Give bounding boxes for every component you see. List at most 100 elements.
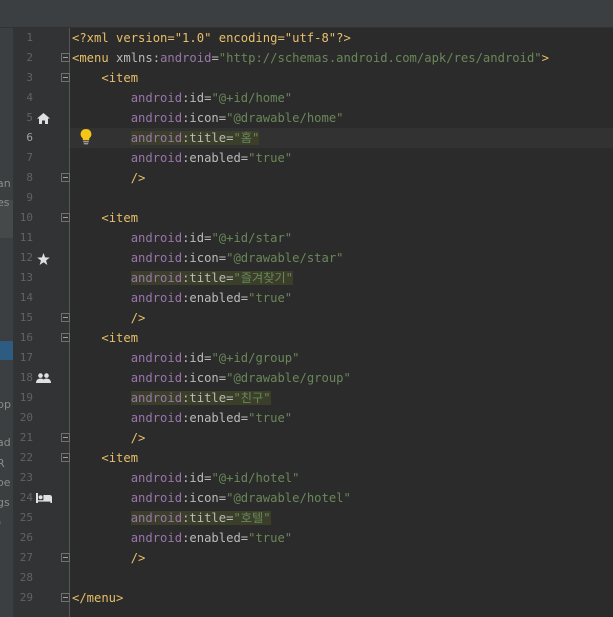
code-line[interactable]: android:icon="@drawable/group" xyxy=(72,368,351,388)
attr-name: :title= xyxy=(182,271,234,285)
gutter-divider xyxy=(69,28,70,617)
code-line[interactable]: android:title="호텔" xyxy=(72,508,271,528)
item-open-tag: <item xyxy=(101,451,139,465)
code-line[interactable]: android:enabled="true" xyxy=(72,148,292,168)
code-line[interactable]: <menu xmlns:android="http://schemas.andr… xyxy=(72,48,549,68)
code-line[interactable]: </menu> xyxy=(72,588,123,608)
code-line[interactable]: android:id="@+id/group" xyxy=(72,348,300,368)
line-number: 17 xyxy=(19,351,33,364)
tag-close: > xyxy=(541,51,549,65)
attr-namespace: android xyxy=(130,151,183,165)
fold-marker-icon[interactable] xyxy=(61,53,70,62)
attr-value: "친구" xyxy=(233,391,271,405)
line-number: 25 xyxy=(19,511,33,524)
code-line[interactable]: /> xyxy=(72,308,146,328)
fold-marker-icon[interactable] xyxy=(61,213,70,222)
attr-name: :enabled= xyxy=(182,531,249,545)
project-panel-selected-row[interactable] xyxy=(0,341,13,360)
line-number: 28 xyxy=(19,571,33,584)
namespace-url: "http://schemas.android.com/apk/res/andr… xyxy=(218,51,542,65)
attr-name: :icon= xyxy=(182,491,227,505)
attr-name: :id= xyxy=(182,91,212,105)
code-line[interactable]: <?xml version="1.0" encoding="utf-8"?> xyxy=(72,28,351,48)
code-line[interactable]: android:enabled="true" xyxy=(72,528,292,548)
fold-marker-icon[interactable] xyxy=(61,73,70,82)
code-line[interactable]: android:title="즐겨찾기" xyxy=(72,268,293,288)
code-line-current[interactable]: android:title="홈" xyxy=(72,128,260,148)
code-line[interactable]: android:enabled="true" xyxy=(72,288,292,308)
fold-end-icon[interactable] xyxy=(61,173,70,182)
fold-end-icon[interactable] xyxy=(61,593,70,602)
editor-tab-bar xyxy=(0,0,613,28)
self-close-tag: /> xyxy=(130,171,146,185)
line-number: 8 xyxy=(26,171,33,184)
hotel-icon[interactable] xyxy=(36,493,52,503)
attr-value: "true" xyxy=(248,411,293,425)
code-line[interactable]: android:icon="@drawable/hotel" xyxy=(72,488,351,508)
attr-namespace: android xyxy=(130,411,183,425)
attr-namespace: android xyxy=(130,131,183,145)
code-line[interactable]: android:id="@+id/home" xyxy=(72,88,292,108)
attr-namespace: android xyxy=(130,491,183,505)
project-panel-fragment: gs xyxy=(0,496,10,509)
code-line[interactable]: <item xyxy=(72,208,138,228)
code-line[interactable]: android:icon="@drawable/star" xyxy=(72,248,344,268)
code-line[interactable]: /> xyxy=(72,548,146,568)
group-icon[interactable] xyxy=(36,373,51,383)
equals-sign: = xyxy=(211,51,219,65)
code-line[interactable]: android:id="@+id/star" xyxy=(72,228,292,248)
attr-namespace: android xyxy=(130,251,183,265)
attr-value: "@+id/group" xyxy=(211,351,300,365)
fold-marker-icon[interactable] xyxy=(61,453,70,462)
line-number-current: 6 xyxy=(26,131,33,144)
xml-prolog: <?xml version="1.0" encoding="utf-8"?> xyxy=(72,31,351,45)
fold-marker-icon[interactable] xyxy=(61,333,70,342)
code-line[interactable]: android:icon="@drawable/home" xyxy=(72,108,344,128)
attr-namespace: android xyxy=(130,231,183,245)
code-line[interactable]: /> xyxy=(72,428,146,448)
line-number: 4 xyxy=(26,91,33,104)
code-line[interactable]: android:enabled="true" xyxy=(72,408,292,428)
attr-namespace: android xyxy=(130,531,183,545)
code-line[interactable]: <item xyxy=(72,448,138,468)
attr-name: :enabled= xyxy=(182,291,249,305)
code-line[interactable]: <item xyxy=(72,328,138,348)
line-number: 27 xyxy=(19,551,33,564)
fold-end-icon[interactable] xyxy=(61,433,70,442)
line-number: 9 xyxy=(26,191,33,204)
attr-namespace: android xyxy=(130,391,183,405)
code-line[interactable]: <item xyxy=(72,68,138,88)
line-number: 18 xyxy=(19,371,33,384)
attr-value: "@+id/home" xyxy=(211,91,293,105)
line-number: 19 xyxy=(19,391,33,404)
line-number: 14 xyxy=(19,291,33,304)
attr-name: :enabled= xyxy=(182,151,249,165)
namespace-name: android xyxy=(160,51,212,65)
fold-end-icon[interactable] xyxy=(61,313,70,322)
menu-close-tag: </menu> xyxy=(72,591,124,605)
line-number: 5 xyxy=(26,111,33,124)
code-line[interactable]: /> xyxy=(72,168,146,188)
line-number: 7 xyxy=(26,151,33,164)
code-line[interactable]: android:id="@+id/hotel" xyxy=(72,468,300,488)
line-number: 15 xyxy=(19,311,33,324)
fold-end-icon[interactable] xyxy=(61,553,70,562)
xmlns-attr: xmlns: xyxy=(116,51,161,65)
attr-namespace: android xyxy=(130,291,183,305)
home-icon[interactable] xyxy=(37,113,50,124)
star-icon[interactable] xyxy=(37,253,50,265)
code-line[interactable]: android:title="친구" xyxy=(72,388,271,408)
attr-value: "true" xyxy=(248,151,293,165)
attr-namespace: android xyxy=(130,511,183,525)
attr-namespace: android xyxy=(130,111,183,125)
line-number: 24 xyxy=(19,491,33,504)
menu-open-tag: <menu xyxy=(72,51,109,65)
project-panel-fragment: an xyxy=(0,177,11,190)
attr-name: :icon= xyxy=(182,111,227,125)
self-close-tag: /> xyxy=(130,551,146,565)
project-panel-fragment: pp xyxy=(0,398,11,411)
attr-value: "true" xyxy=(248,291,293,305)
line-number: 10 xyxy=(19,211,33,224)
attr-value: "즐겨찾기" xyxy=(233,271,293,285)
project-panel-edge[interactable]: an es pp ad R oe gs ) xyxy=(0,28,13,617)
